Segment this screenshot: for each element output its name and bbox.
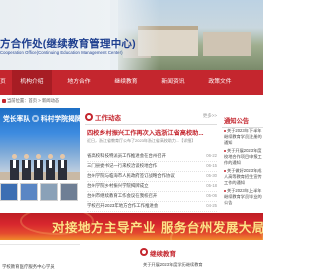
nav-item-news[interactable]: 新闻资讯 — [153, 70, 193, 95]
breadcrumb: 当前位置：首页 > 新闻动态 — [2, 98, 59, 104]
list-item[interactable]: 关于开展2023年度校地合作项目申报工作的通知 — [224, 148, 263, 166]
news-section-title: 工作动态 — [95, 115, 121, 122]
list-item[interactable]: 关于开展2023年度学历继续教育 — [143, 262, 203, 268]
list-item[interactable]: 三门县委书记一行来校洽谈校地合作 06-15 — [87, 162, 217, 172]
slogan-banner: 对接地方主导产业 服务台州发展大局 — [0, 213, 263, 240]
list-item[interactable]: 关于2023年上半年继续教育学员毕业的公告 — [224, 188, 263, 206]
photo-slider[interactable]: 党长率队 ◎ 科村学院揭牌 — [0, 108, 80, 180]
list-item[interactable]: 台州学院与临海市人民政府签订战略合作协议 05-30 — [87, 172, 217, 182]
list-item[interactable]: 关于做好2023年成人高等教育招生宣传工作的通知 — [224, 168, 263, 186]
location-icon — [2, 98, 6, 103]
site-title: 方合作处(继续教育管理中心) — [0, 38, 136, 50]
nav-item-about[interactable]: 机构介绍 — [12, 70, 52, 95]
news-section-header: 工作动态 更多>> — [85, 110, 217, 125]
continuing-ed-header: 继续教育 — [140, 246, 263, 258]
nav-item-continuing-education[interactable]: 继续教育 — [106, 70, 146, 95]
notice-section-title: 通知公告 — [224, 118, 250, 125]
section-bullet-icon — [85, 113, 93, 121]
list-item[interactable]: 学校教育医疗服务中心学员 — [2, 264, 55, 270]
slider-thumb[interactable] — [0, 183, 18, 201]
slider-thumb[interactable] — [40, 183, 58, 201]
section-bullet-icon — [140, 248, 148, 256]
slider-thumb[interactable] — [20, 183, 38, 201]
list-item[interactable]: 台州市继续教育工作会议在我校召开 05-06 — [87, 192, 217, 202]
list-item[interactable]: 学校召开2023年地方合作工作推进会 04-25 — [87, 202, 217, 212]
bottom-left-panel: 学校教育医疗服务中心学员 — [0, 244, 80, 271]
site-header: 方合作处(继续教育管理中心) Cooperation Office(Contin… — [0, 0, 263, 70]
list-item[interactable]: 省高校科技特派员工作推进会在台州召开 06-22 — [87, 152, 217, 162]
list-item[interactable]: 台州学院乡村振兴学院揭牌成立 05-18 — [87, 182, 217, 192]
banner-slogan: 对接地方主导产业 服务台州发展大局 — [52, 220, 263, 235]
site-subtitle: Cooperation Office(Continuing Education … — [0, 50, 123, 55]
nav-item-policy[interactable]: 政策文件 — [200, 70, 240, 95]
news-summary: 近日，浙江省教育厅公布了2023年浙江省高校助力...【详细】 — [87, 138, 196, 143]
slider-thumbnails — [0, 183, 80, 203]
news-headline[interactable]: 四校乡村振兴工作再次入选浙江省高校助... — [87, 128, 204, 137]
main-nav: 首页 机构介绍 地方合作 继续教育 新闻资讯 政策文件 — [0, 70, 263, 95]
slider-caption: 党长率队 ◎ 科村学院揭牌 — [3, 116, 80, 123]
news-more-link[interactable]: 更多>> — [203, 113, 217, 119]
nav-item-local-cooperation[interactable]: 地方合作 — [59, 70, 99, 95]
slider-thumb[interactable] — [60, 183, 78, 201]
continuing-ed-title: 继续教育 — [150, 251, 176, 258]
list-item[interactable]: 关于2023年下半年继续教育学员注册的通知 — [224, 128, 263, 146]
notice-section-header: 通知公告 — [222, 113, 263, 128]
